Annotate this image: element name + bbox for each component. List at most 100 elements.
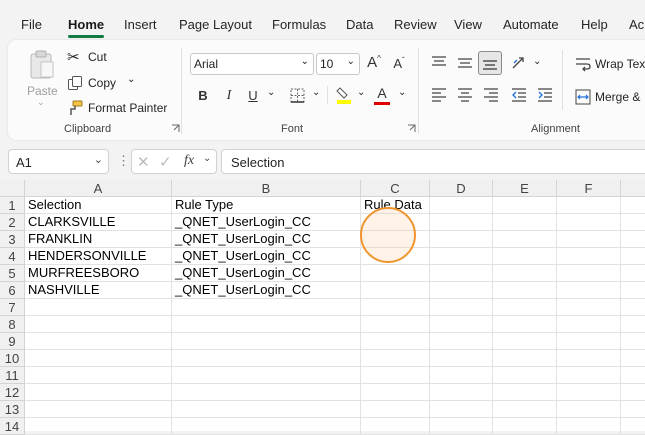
cell-a6[interactable]: NASHVILLE xyxy=(25,282,172,299)
cell-d13[interactable] xyxy=(430,401,493,418)
cell-a2[interactable]: CLARKSVILLE xyxy=(25,214,172,231)
dialog-launcher-icon[interactable] xyxy=(171,124,180,133)
cell-b10[interactable] xyxy=(172,350,361,367)
tab-insert[interactable]: Insert xyxy=(124,17,157,32)
grow-font-button[interactable]: A^ xyxy=(364,54,384,71)
column-header-c[interactable]: C xyxy=(361,180,430,197)
cell-b4[interactable]: _QNET_UserLogin_CC xyxy=(172,248,361,265)
cell-c10[interactable] xyxy=(361,350,430,367)
cell-b2[interactable]: _QNET_UserLogin_CC xyxy=(172,214,361,231)
tab-review[interactable]: Review xyxy=(394,17,437,32)
cell-d3[interactable] xyxy=(430,231,493,248)
cell-a11[interactable] xyxy=(25,367,172,384)
cell-e6[interactable] xyxy=(493,282,557,299)
cell-e14[interactable] xyxy=(493,418,557,435)
cell-a5[interactable]: MURFREESBORO xyxy=(25,265,172,282)
column-header-a[interactable]: A xyxy=(25,180,172,197)
cell-g2[interactable] xyxy=(621,214,645,231)
cell-e1[interactable] xyxy=(493,197,557,214)
row-header-3[interactable]: 3 xyxy=(0,231,25,248)
row-header-12[interactable]: 12 xyxy=(0,384,25,401)
cell-b1[interactable]: Rule Type xyxy=(172,197,361,214)
cell-e10[interactable] xyxy=(493,350,557,367)
cell-g9[interactable] xyxy=(621,333,645,350)
cell-a3[interactable]: FRANKLIN xyxy=(25,231,172,248)
cell-f1[interactable] xyxy=(557,197,621,214)
cell-g14[interactable] xyxy=(621,418,645,435)
tab-data[interactable]: Data xyxy=(346,17,373,32)
row-header-5[interactable]: 5 xyxy=(0,265,25,282)
cell-b13[interactable] xyxy=(172,401,361,418)
cell-d4[interactable] xyxy=(430,248,493,265)
font-name-select[interactable]: Arial ⌄ xyxy=(190,53,314,75)
cell-e9[interactable] xyxy=(493,333,557,350)
cell-d5[interactable] xyxy=(430,265,493,282)
cancel-icon[interactable]: ✕ xyxy=(137,153,150,171)
borders-icon[interactable] xyxy=(290,88,305,103)
cell-a4[interactable]: HENDERSONVILLE xyxy=(25,248,172,265)
cell-c13[interactable] xyxy=(361,401,430,418)
tab-acrobat[interactable]: Acro xyxy=(629,17,645,32)
cell-f10[interactable] xyxy=(557,350,621,367)
cell-f11[interactable] xyxy=(557,367,621,384)
cell-c11[interactable] xyxy=(361,367,430,384)
chevron-down-icon[interactable]: ⌄ xyxy=(203,153,211,164)
tab-view[interactable]: View xyxy=(454,17,482,32)
cell-g8[interactable] xyxy=(621,316,645,333)
cell-c6[interactable] xyxy=(361,282,430,299)
cell-e3[interactable] xyxy=(493,231,557,248)
cell-e11[interactable] xyxy=(493,367,557,384)
dialog-launcher-icon[interactable] xyxy=(407,124,416,133)
cell-d12[interactable] xyxy=(430,384,493,401)
tab-formulas[interactable]: Formulas xyxy=(272,17,326,32)
tab-help[interactable]: Help xyxy=(581,17,608,32)
cell-f3[interactable] xyxy=(557,231,621,248)
select-all-corner[interactable] xyxy=(0,180,25,197)
cell-g3[interactable] xyxy=(621,231,645,248)
cell-g7[interactable] xyxy=(621,299,645,316)
row-header-7[interactable]: 7 xyxy=(0,299,25,316)
font-size-select[interactable]: 10 ⌄ xyxy=(316,53,360,75)
cell-g12[interactable] xyxy=(621,384,645,401)
cell-a14[interactable] xyxy=(25,418,172,435)
cell-d9[interactable] xyxy=(430,333,493,350)
row-header-6[interactable]: 6 xyxy=(0,282,25,299)
cell-c8[interactable] xyxy=(361,316,430,333)
bold-button[interactable]: B xyxy=(196,88,210,103)
cell-d1[interactable] xyxy=(430,197,493,214)
italic-button[interactable]: I xyxy=(222,88,236,104)
cell-d10[interactable] xyxy=(430,350,493,367)
chevron-down-icon[interactable]: ⌄ xyxy=(312,87,320,98)
cell-e7[interactable] xyxy=(493,299,557,316)
row-header-11[interactable]: 11 xyxy=(0,367,25,384)
cell-d2[interactable] xyxy=(430,214,493,231)
align-bottom-button[interactable] xyxy=(478,51,502,75)
cell-d7[interactable] xyxy=(430,299,493,316)
name-box[interactable]: A1 ⌄ xyxy=(8,149,109,174)
cell-f8[interactable] xyxy=(557,316,621,333)
align-middle-icon[interactable] xyxy=(457,57,473,71)
column-header-e[interactable]: E xyxy=(493,180,557,197)
decrease-indent-icon[interactable] xyxy=(511,88,527,102)
row-header-9[interactable]: 9 xyxy=(0,333,25,350)
cell-a7[interactable] xyxy=(25,299,172,316)
cell-f4[interactable] xyxy=(557,248,621,265)
cell-a8[interactable] xyxy=(25,316,172,333)
cell-f2[interactable] xyxy=(557,214,621,231)
chevron-down-icon[interactable]: ⌄ xyxy=(533,56,541,67)
chevron-down-icon[interactable]: ⌄ xyxy=(94,153,103,166)
cell-c12[interactable] xyxy=(361,384,430,401)
cell-f9[interactable] xyxy=(557,333,621,350)
cell-e5[interactable] xyxy=(493,265,557,282)
chevron-down-icon[interactable]: ⌄ xyxy=(127,74,135,85)
row-header-4[interactable]: 4 xyxy=(0,248,25,265)
wrap-text-button[interactable]: Wrap Text xyxy=(575,55,645,73)
cell-e13[interactable] xyxy=(493,401,557,418)
cell-d8[interactable] xyxy=(430,316,493,333)
cell-a1[interactable]: Selection xyxy=(25,197,172,214)
cut-button[interactable]: ✂ Cut xyxy=(67,48,127,66)
increase-indent-icon[interactable] xyxy=(537,88,553,102)
row-header-8[interactable]: 8 xyxy=(0,316,25,333)
cell-g6[interactable] xyxy=(621,282,645,299)
tab-home[interactable]: Home xyxy=(68,17,104,32)
